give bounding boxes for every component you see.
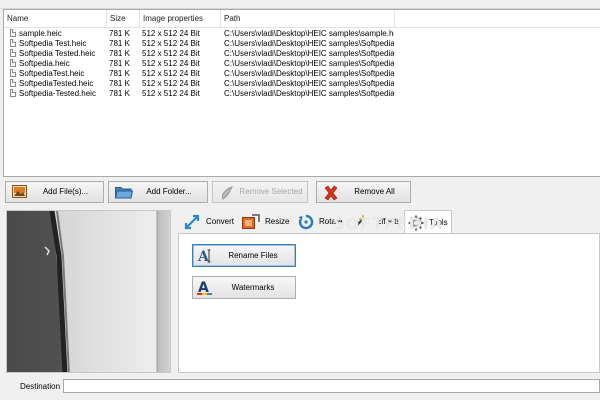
table-row[interactable]: SoftpediaTest.heic 781 K 512 x 512 24 Bi… <box>4 69 600 79</box>
tab-resize-label: Resize <box>265 217 290 226</box>
file-name: Softpedia Tested.heic <box>19 49 96 58</box>
resize-icon <box>242 214 260 230</box>
file-icon <box>10 49 16 57</box>
file-size: 781 K <box>109 29 130 38</box>
convert-arrows-icon <box>184 214 200 230</box>
rename-files-button[interactable]: A Rename Files <box>192 244 296 267</box>
tab-convert-label: Convert <box>206 217 235 226</box>
file-icon <box>10 69 16 77</box>
column-header-name[interactable]: Name <box>4 10 107 27</box>
file-name: sample.heic <box>19 29 62 38</box>
file-list-header: Name Size Image properties Path <box>4 10 600 28</box>
file-properties: 512 x 512 24 Bit <box>142 89 200 98</box>
file-properties: 512 x 512 24 Bit <box>142 79 200 88</box>
file-properties: 512 x 512 24 Bit <box>142 49 200 58</box>
file-list[interactable]: Name Size Image properties Path sample.h… <box>3 9 600 177</box>
softpedia-watermark: SOFTPEDIA <box>333 214 444 233</box>
file-size: 781 K <box>109 59 130 68</box>
watermarks-label: Watermarks <box>231 283 275 292</box>
file-path: C:\Users\vladi\Desktop\HEIC samples\Soft… <box>224 89 394 98</box>
table-row[interactable]: sample.heic 781 K 512 x 512 24 Bit C:\Us… <box>4 29 600 39</box>
preview-photo <box>7 211 170 372</box>
add-image-icon <box>12 185 28 199</box>
file-path: C:\Users\vladi\Desktop\HEIC samples\Soft… <box>224 39 394 48</box>
rename-files-label: Rename Files <box>228 251 278 260</box>
remove-selected-button[interactable]: Remove Selected <box>212 181 308 203</box>
remove-all-button[interactable]: Remove All <box>316 181 411 203</box>
rotate-icon <box>298 214 314 230</box>
add-files-button[interactable]: Add File(s)... <box>5 181 104 203</box>
table-row[interactable]: Softpedia.heic 781 K 512 x 512 24 Bit C:… <box>4 59 600 69</box>
file-icon <box>10 89 16 97</box>
add-folder-button[interactable]: Add Folder... <box>108 181 208 203</box>
file-name: Softpedia.heic <box>19 59 70 68</box>
file-path: C:\Users\vladi\Desktop\HEIC samples\Soft… <box>224 59 394 68</box>
file-name: Softpedia Test.heic <box>19 39 87 48</box>
file-path: C:\Users\vladi\Desktop\HEIC samples\Soft… <box>224 79 394 88</box>
remove-selected-label: Remove Selected <box>239 187 303 196</box>
top-strip <box>0 0 600 9</box>
table-row[interactable]: Softpedia Test.heic 781 K 512 x 512 24 B… <box>4 39 600 49</box>
image-preview <box>6 210 171 373</box>
tab-convert[interactable]: Convert <box>178 210 238 234</box>
destination-label: Destination <box>20 382 61 391</box>
file-icon <box>10 29 16 37</box>
file-path: C:\Users\vladi\Desktop\HEIC samples\Soft… <box>224 69 394 78</box>
file-size: 781 K <box>109 89 130 98</box>
rename-icon: A <box>197 247 213 265</box>
remove-all-label: Remove All <box>354 187 395 196</box>
tab-resize[interactable]: Resize <box>240 210 292 234</box>
file-size: 781 K <box>109 69 130 78</box>
file-name: SoftpediaTest.heic <box>19 69 85 78</box>
red-x-icon <box>323 185 339 201</box>
add-files-label: Add File(s)... <box>42 187 89 196</box>
file-properties: 512 x 512 24 Bit <box>142 39 200 48</box>
table-row[interactable]: Softpedia-Tested.heic 781 K 512 x 512 24… <box>4 89 600 99</box>
file-icon <box>10 39 16 47</box>
column-header-path[interactable]: Path <box>221 10 395 27</box>
file-properties: 512 x 512 24 Bit <box>142 69 200 78</box>
eraser-icon <box>219 185 235 200</box>
file-path: C:\Users\vladi\Desktop\HEIC samples\Soft… <box>224 49 394 58</box>
file-path: C:\Users\vladi\Desktop\HEIC samples\samp… <box>224 29 394 38</box>
tools-panel: A Rename Files A Watermarks <box>178 233 600 373</box>
file-name: SoftpediaTested.heic <box>19 79 94 88</box>
file-icon <box>10 79 16 87</box>
table-row[interactable]: SoftpediaTested.heic 781 K 512 x 512 24 … <box>4 79 600 89</box>
file-size: 781 K <box>109 39 130 48</box>
table-row[interactable]: Softpedia Tested.heic 781 K 512 x 512 24… <box>4 49 600 59</box>
folder-icon <box>114 185 134 199</box>
file-size: 781 K <box>109 49 130 58</box>
file-properties: 512 x 512 24 Bit <box>142 59 200 68</box>
column-header-size[interactable]: Size <box>107 10 140 27</box>
file-icon <box>10 59 16 67</box>
file-size: 781 K <box>109 79 130 88</box>
file-properties: 512 x 512 24 Bit <box>142 29 200 38</box>
column-header-image-properties[interactable]: Image properties <box>140 10 221 27</box>
file-name: Softpedia-Tested.heic <box>19 89 96 98</box>
watermarks-button[interactable]: A Watermarks <box>192 276 296 299</box>
destination-input[interactable] <box>63 379 600 393</box>
watermark-icon: A <box>197 279 213 296</box>
add-folder-label: Add Folder... <box>146 187 192 196</box>
